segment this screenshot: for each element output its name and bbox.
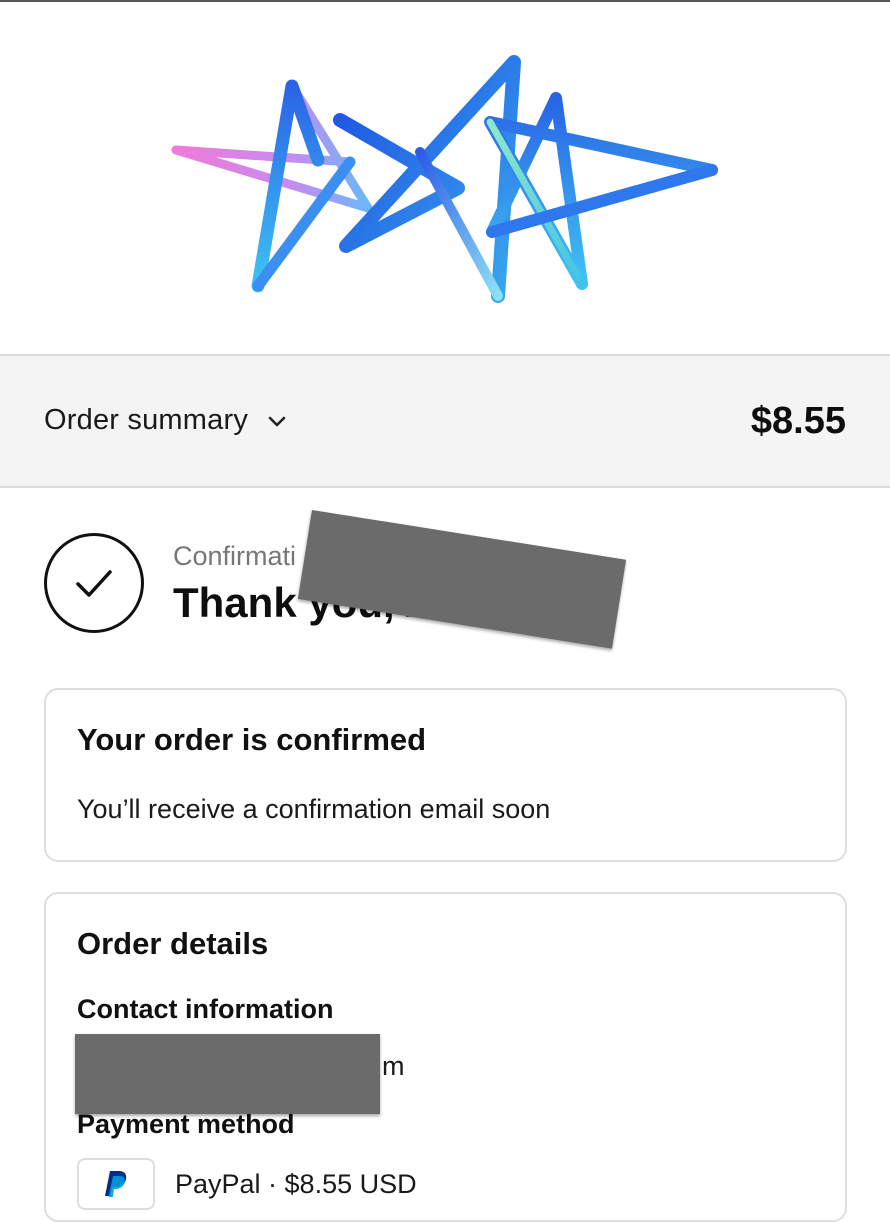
contact-information-heading: Contact information xyxy=(77,994,334,1024)
order-summary-toggle[interactable]: Order summary xyxy=(44,404,288,437)
confirmation-number: Confirmati xyxy=(173,541,297,571)
order-confirmed-card: Your order is confirmed You’ll receive a… xyxy=(44,688,847,862)
order-summary-bar: Order summary $8.55 xyxy=(0,354,890,488)
chevron-down-icon xyxy=(266,410,288,432)
order-details-title: Order details xyxy=(77,926,269,961)
redaction-block xyxy=(75,1034,380,1114)
store-logo xyxy=(0,2,890,354)
confirmation-email-message: You’ll receive a confirmation email soon xyxy=(77,794,551,824)
payment-method-text: PayPal · $8.55 USD xyxy=(175,1168,417,1199)
order-total: $8.55 xyxy=(750,400,846,442)
paypal-icon xyxy=(77,1158,155,1210)
star-logo-icon xyxy=(171,55,718,303)
order-confirmed-title: Your order is confirmed xyxy=(77,722,427,757)
payment-method-row: PayPal · $8.55 USD xyxy=(77,1158,417,1210)
checkmark-icon xyxy=(44,533,144,633)
order-summary-label: Order summary xyxy=(44,404,249,436)
